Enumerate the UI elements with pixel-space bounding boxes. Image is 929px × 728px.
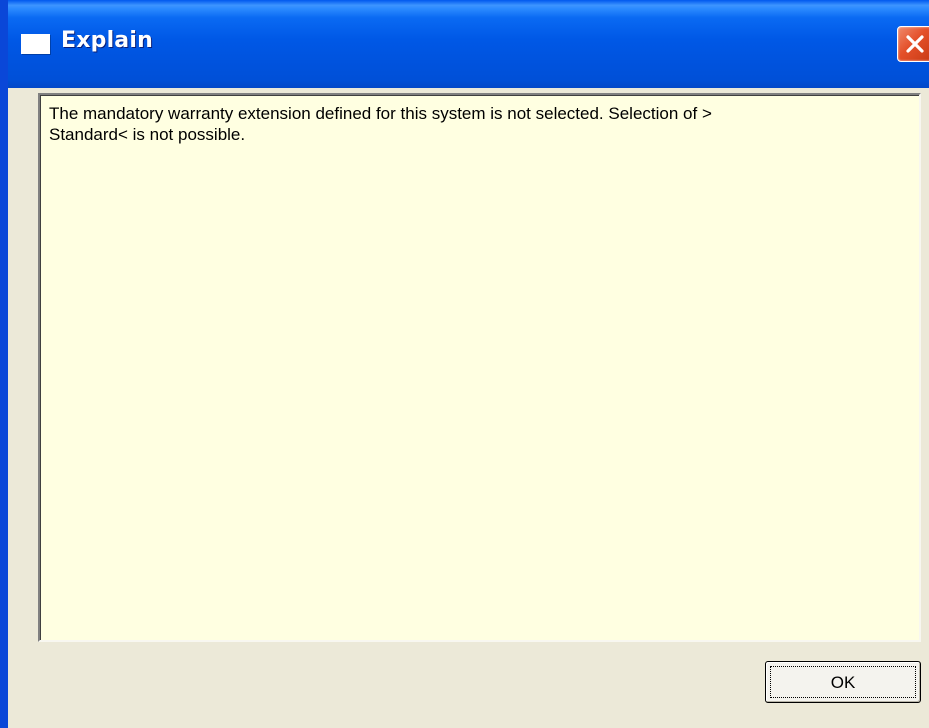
close-icon [906,35,924,53]
title-bar[interactable]: Explain [8,0,929,88]
window-icon [21,34,50,54]
close-button[interactable] [897,26,929,62]
explain-dialog: Explain The mandatory warranty extension… [0,0,929,728]
message-text: The mandatory warranty extension defined… [49,104,712,144]
message-textbox[interactable]: The mandatory warranty extension defined… [38,93,921,642]
ok-button-label: OK [830,673,856,692]
window-title: Explain [61,28,153,53]
ok-button[interactable]: OK [765,661,921,703]
